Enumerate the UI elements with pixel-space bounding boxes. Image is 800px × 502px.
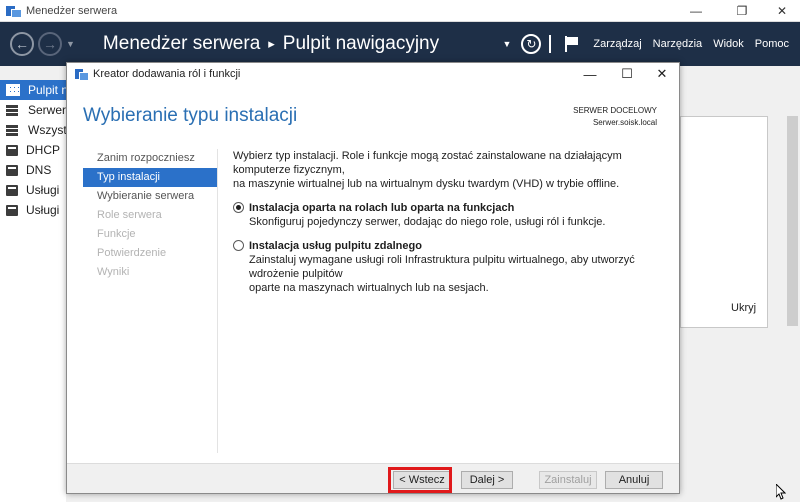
menu-manage[interactable]: Zarządzaj: [593, 38, 641, 50]
menu-view[interactable]: Widok: [713, 38, 744, 50]
sidebar-item-dhcp[interactable]: DHCP: [0, 140, 66, 160]
refresh-icon[interactable]: ↻: [521, 34, 542, 54]
role-icon: [6, 184, 18, 196]
minimize-button[interactable]: —: [678, 0, 714, 22]
hide-link[interactable]: Ukryj: [731, 302, 756, 314]
dialog-maximize-button[interactable]: ☐: [612, 63, 642, 85]
role-icon: [6, 164, 18, 176]
scrollbar-thumb[interactable]: [787, 116, 798, 326]
dialog-minimize-button[interactable]: —: [575, 63, 605, 85]
divider: [549, 35, 552, 53]
close-button[interactable]: ✕: [764, 0, 800, 22]
option-remote-desktop[interactable]: Instalacja usług pulpitu zdalnego Zainst…: [233, 239, 663, 295]
back-button[interactable]: ←: [10, 32, 34, 56]
server-icon: [6, 104, 20, 116]
cancel-button[interactable]: Anuluj: [605, 471, 663, 489]
sidebar-item-services-2[interactable]: Usługi: [0, 200, 66, 220]
window-titlebar: Menedżer serwera — ❐ ✕: [0, 0, 800, 22]
wizard-steps: Zanim rozpoczniesz Typ instalacji Wybier…: [83, 149, 217, 282]
servers-icon: [6, 124, 20, 136]
breadcrumb-app: Menedżer serwera: [102, 33, 261, 54]
option-label[interactable]: Instalacja oparta na rolach lub oparta n…: [249, 201, 605, 215]
option-description: Zainstaluj wymagane usługi roli Infrastr…: [249, 254, 635, 280]
install-button: Zainstaluj: [539, 471, 597, 489]
intro-line: Wybierz typ instalacji. Role i funkcje m…: [233, 150, 622, 176]
menu-tools[interactable]: Narzędzia: [653, 38, 703, 50]
app-header: ← → ▼ Menedżer serwera ▸ Pulpit nawigacy…: [0, 22, 800, 66]
sidebar-item-local-server[interactable]: Serwer: [0, 100, 66, 120]
intro-text: Wybierz typ instalacji. Role i funkcje m…: [233, 149, 663, 191]
window-title: Menedżer serwera: [26, 4, 118, 17]
destination-server-name: Serwer.soisk.local: [592, 118, 657, 127]
chevron-down-icon[interactable]: ▼: [502, 39, 511, 49]
add-roles-wizard-dialog: Kreator dodawania ról i funkcji — ☐ ✕ Wy…: [66, 62, 680, 494]
sidebar-item-dashboard[interactable]: Pulpit n: [0, 80, 66, 100]
breadcrumb-separator-icon: ▸: [268, 36, 275, 51]
dialog-titlebar: Kreator dodawania ról i funkcji — ☐ ✕: [67, 63, 679, 85]
step-server-selection[interactable]: Wybieranie serwera: [83, 187, 217, 206]
remote-desktop-radio[interactable]: [233, 240, 244, 251]
history-dropdown-icon[interactable]: ▼: [66, 39, 75, 49]
sidebar-item-label: Pulpit n: [28, 83, 66, 97]
option-label[interactable]: Instalacja usług pulpitu zdalnego: [249, 239, 663, 253]
sidebar-item-label: DNS: [26, 163, 52, 177]
sidebar-item-label: Usługi: [26, 203, 60, 217]
option-description: Skonfiguruj pojedynczy serwer, dodając d…: [249, 216, 606, 228]
sidebar-item-label: DHCP: [26, 143, 61, 157]
sidebar-item-dns[interactable]: DNS: [0, 160, 66, 180]
step-confirmation: Potwierdzenie: [97, 247, 167, 259]
mouse-cursor-icon: [776, 484, 786, 500]
wizard-content: Wybierz typ instalacji. Role i funkcje m…: [233, 149, 663, 295]
server-manager-icon: [6, 5, 22, 18]
dialog-footer: < Wstecz Dalej > Zainstaluj Anuluj: [67, 463, 679, 493]
next-button-highlight: [388, 467, 452, 493]
sidebar: Pulpit n Serwer Wszyst DHCP DNS Usługi U…: [0, 80, 66, 502]
dialog-title: Kreator dodawania ról i funkcji: [93, 68, 241, 80]
destination-label: SERWER DOCELOWY: [573, 106, 657, 115]
sidebar-item-services-1[interactable]: Usługi: [0, 180, 66, 200]
next-button[interactable]: Dalej >: [461, 471, 513, 489]
role-based-radio[interactable]: [233, 202, 244, 213]
divider: [217, 149, 218, 453]
step-before-you-begin[interactable]: Zanim rozpoczniesz: [83, 149, 217, 168]
step-installation-type[interactable]: Typ instalacji: [83, 168, 217, 187]
role-icon: [6, 144, 18, 156]
intro-line: na maszynie wirtualnej lub na wirtualnym…: [233, 178, 620, 190]
step-results: Wyniki: [97, 266, 130, 278]
dashboard-grid-icon: [6, 84, 20, 96]
sidebar-item-label: Serwer: [28, 103, 66, 117]
notifications-flag-icon[interactable]: [565, 36, 579, 52]
wizard-icon: [75, 68, 89, 81]
option-description: oparte na maszynach wirtualnych lub na s…: [249, 282, 489, 294]
menu-help[interactable]: Pomoc: [755, 38, 789, 50]
option-role-based[interactable]: Instalacja oparta na rolach lub oparta n…: [233, 201, 663, 229]
breadcrumb: Menedżer serwera ▸ Pulpit nawigacyjny: [103, 33, 439, 55]
sidebar-item-label: Usługi: [26, 183, 60, 197]
sidebar-item-all-servers[interactable]: Wszyst: [0, 120, 66, 140]
page-title: Wybieranie typu instalacji: [83, 105, 298, 126]
step-server-roles: Role serwera: [97, 209, 162, 221]
sidebar-item-label: Wszyst: [28, 123, 66, 137]
role-icon: [6, 204, 18, 216]
step-features: Funkcje: [97, 228, 136, 240]
breadcrumb-page: Pulpit nawigacyjny: [282, 33, 440, 54]
forward-button[interactable]: →: [38, 32, 62, 56]
maximize-button[interactable]: ❐: [724, 0, 760, 22]
dialog-close-button[interactable]: ✕: [647, 63, 677, 85]
destination-server: SERWER DOCELOWY Serwer.soisk.local: [573, 105, 657, 129]
dashboard-tile: Ukryj: [680, 116, 768, 328]
